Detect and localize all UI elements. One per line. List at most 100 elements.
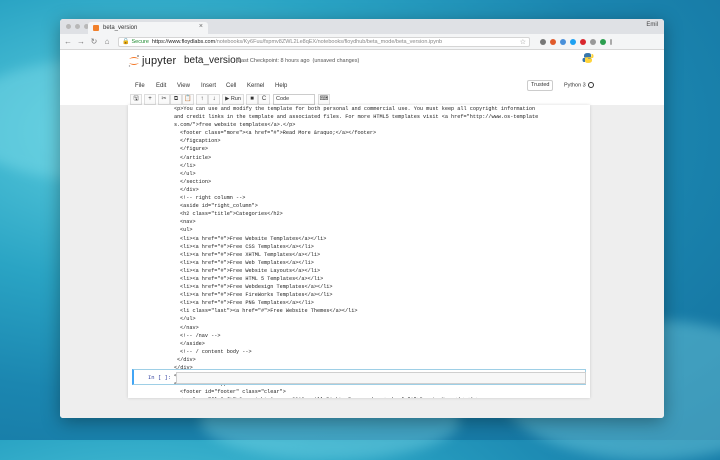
keyboard-icon[interactable]: ⌨ bbox=[318, 94, 330, 105]
notebook-page: <p>You can use and modify the template f… bbox=[128, 105, 590, 398]
jupyter-logo-icon[interactable] bbox=[127, 54, 141, 68]
jupyter-wordmark[interactable]: jupyter bbox=[142, 55, 176, 67]
code-line: <li><a href="#">Free Web Templates</a></… bbox=[180, 259, 314, 266]
code-line: </article> bbox=[180, 154, 212, 161]
move-up-icon[interactable]: ↑ bbox=[196, 94, 208, 105]
back-icon[interactable]: ← bbox=[63, 37, 73, 46]
menu-icon[interactable] bbox=[610, 38, 612, 45]
copy-icon[interactable]: ⧉ bbox=[170, 94, 182, 105]
checkpoint-status: Last Checkpoint: 8 hours ago (unsaved cha… bbox=[238, 58, 359, 64]
code-line: <!-- /nav --> bbox=[180, 332, 221, 339]
kernel-indicator: Python 3 bbox=[564, 82, 594, 88]
checkpoint-text: Last Checkpoint: 8 hours ago bbox=[238, 58, 310, 64]
jupyter-favicon-icon bbox=[93, 25, 99, 31]
code-line: <li><a href="#">Free HTML 5 Templates</a… bbox=[180, 275, 324, 282]
code-line: </aside> bbox=[180, 340, 205, 347]
code-line: </div> bbox=[177, 356, 196, 363]
code-line: <li><a href="#">Free Website Templates</… bbox=[180, 235, 327, 242]
code-line: <p class="fl_left">Copyright &copy; 2012… bbox=[174, 396, 538, 398]
extension-icon[interactable] bbox=[540, 38, 546, 45]
code-line: </figure> bbox=[180, 146, 209, 153]
home-icon[interactable]: ⌂ bbox=[102, 37, 112, 46]
extension-icon[interactable] bbox=[580, 38, 586, 45]
code-line: </div> bbox=[180, 186, 199, 193]
code-line: s.com/">free website templates</a>.</p> bbox=[174, 122, 296, 129]
menu-kernel[interactable]: Kernel bbox=[247, 83, 264, 89]
window-controls bbox=[66, 24, 89, 29]
menu-help[interactable]: Help bbox=[275, 83, 287, 89]
close-tab-icon[interactable]: × bbox=[199, 23, 203, 30]
menu-file[interactable]: File bbox=[135, 83, 145, 89]
code-line: <ul> bbox=[180, 227, 193, 234]
browser-tab-bar: beta_version × Emil bbox=[60, 19, 664, 34]
code-line: <!-- right column --> bbox=[180, 195, 246, 202]
extension-icon[interactable] bbox=[560, 38, 566, 45]
cell-input[interactable] bbox=[176, 372, 586, 384]
notebook-name[interactable]: beta_version bbox=[184, 55, 241, 66]
code-line: <footer class="more"><a href="#">Read Mo… bbox=[180, 130, 377, 137]
run-button[interactable]: ▶ Run bbox=[222, 94, 244, 105]
code-line: </li> bbox=[180, 162, 196, 169]
menu-view[interactable]: View bbox=[177, 83, 190, 89]
cell-output: <p>You can use and modify the template f… bbox=[174, 105, 538, 398]
notebook-area: <p>You can use and modify the template f… bbox=[60, 105, 664, 418]
kernel-status-icon bbox=[587, 82, 594, 88]
extension-icons bbox=[540, 38, 612, 45]
paste-icon[interactable]: 📋 bbox=[182, 94, 194, 105]
move-down-icon[interactable]: ↓ bbox=[208, 94, 220, 105]
forward-icon[interactable]: → bbox=[76, 37, 86, 46]
code-line: <li><a href="#">Free FireWorks Templates… bbox=[180, 292, 333, 299]
minimize-window-button[interactable] bbox=[75, 24, 80, 29]
browser-window: beta_version × Emil ← → ↻ ⌂ 🔒 Secure htt… bbox=[60, 19, 664, 418]
input-prompt: In [ ]: bbox=[148, 374, 172, 381]
code-line: <h2 class="title">Categories</h2> bbox=[180, 211, 283, 218]
code-line: <li><a href="#">Free XHTML Templates</a>… bbox=[180, 251, 321, 258]
restart-icon[interactable]: C bbox=[258, 94, 270, 105]
menu-cell[interactable]: Cell bbox=[226, 83, 236, 89]
extension-icon[interactable] bbox=[550, 38, 556, 45]
code-line: and credit links in the template and ass… bbox=[174, 114, 539, 121]
jupyter-header: jupyter beta_version Last Checkpoint: 8 … bbox=[60, 50, 664, 80]
browser-tab[interactable]: beta_version × bbox=[88, 22, 208, 34]
code-line: <p>You can use and modify the template f… bbox=[174, 106, 536, 112]
menu-edit[interactable]: Edit bbox=[156, 83, 166, 89]
menu-insert[interactable]: Insert bbox=[201, 83, 216, 89]
code-line: <li><a href="#">Free Webdesign Templates… bbox=[180, 284, 333, 291]
trusted-indicator[interactable]: Trusted bbox=[527, 80, 554, 91]
code-line: <nav> bbox=[180, 219, 196, 226]
browser-toolbar: ← → ↻ ⌂ 🔒 Secure https://www.floydlabs.c… bbox=[60, 34, 664, 50]
code-line: </section> bbox=[180, 178, 212, 185]
browser-profile-name[interactable]: Emil bbox=[646, 22, 658, 28]
kernel-name: Python 3 bbox=[564, 82, 586, 89]
code-line: <aside id="right_column"> bbox=[180, 203, 258, 210]
bookmark-star-icon[interactable]: ☆ bbox=[520, 38, 526, 46]
address-bar[interactable]: 🔒 Secure https://www.floydlabs.com /note… bbox=[118, 36, 530, 47]
cut-icon[interactable]: ✂ bbox=[158, 94, 170, 105]
close-window-button[interactable] bbox=[66, 24, 71, 29]
code-cell[interactable]: In [ ]: bbox=[132, 369, 586, 385]
code-line: </ul> bbox=[180, 316, 196, 323]
code-line: <li class="last"><a href="#">Free Websit… bbox=[180, 308, 358, 315]
interrupt-icon[interactable]: ■ bbox=[246, 94, 258, 105]
code-line: <li><a href="#">Free Website Layouts</a>… bbox=[180, 267, 321, 274]
save-icon[interactable]: 🖫 bbox=[130, 94, 142, 105]
unsaved-changes-text: (unsaved changes) bbox=[312, 58, 360, 64]
code-line: <!-- / content body --> bbox=[180, 348, 252, 355]
code-line: </figcaption> bbox=[180, 138, 221, 145]
reload-icon[interactable]: ↻ bbox=[89, 37, 99, 46]
extension-icon[interactable] bbox=[570, 38, 576, 45]
code-line: <footer id="footer" class="clear"> bbox=[180, 389, 286, 396]
cell-type-select[interactable]: Code bbox=[273, 94, 315, 105]
lock-icon: 🔒 bbox=[122, 39, 130, 45]
notebook-menubar: File Edit View Insert Cell Kernel Help T… bbox=[60, 80, 664, 93]
code-line: </nav> bbox=[180, 324, 199, 331]
extension-icon[interactable] bbox=[590, 38, 596, 45]
insert-cell-icon[interactable]: + bbox=[144, 94, 156, 105]
extension-icon[interactable] bbox=[600, 38, 606, 45]
code-line: <li><a href="#">Free PNG Templates</a></… bbox=[180, 300, 314, 307]
url-path: /notebooks/Ky6Fuu/fxpmv8ZWL2Le8qEX/noteb… bbox=[215, 38, 443, 45]
python-logo-icon bbox=[582, 53, 594, 63]
secure-label: Secure bbox=[131, 38, 149, 45]
url-host: https://www.floydlabs.com bbox=[151, 38, 216, 45]
code-line: <li><a href="#">Free CSS Templates</a></… bbox=[180, 243, 314, 250]
